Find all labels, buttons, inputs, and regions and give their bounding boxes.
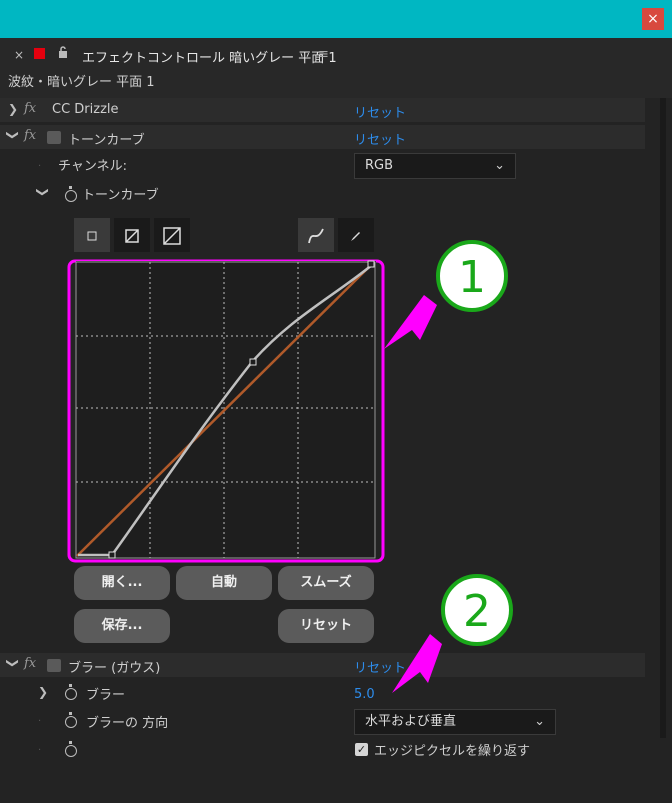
annotation-overlay: 1 2 — [384, 240, 513, 693]
annotation-arrow-1 — [384, 295, 437, 349]
annotation-arrow-2 — [392, 634, 442, 693]
annotation-number-2: 2 — [463, 586, 491, 637]
annotation-number-1: 1 — [458, 252, 486, 303]
